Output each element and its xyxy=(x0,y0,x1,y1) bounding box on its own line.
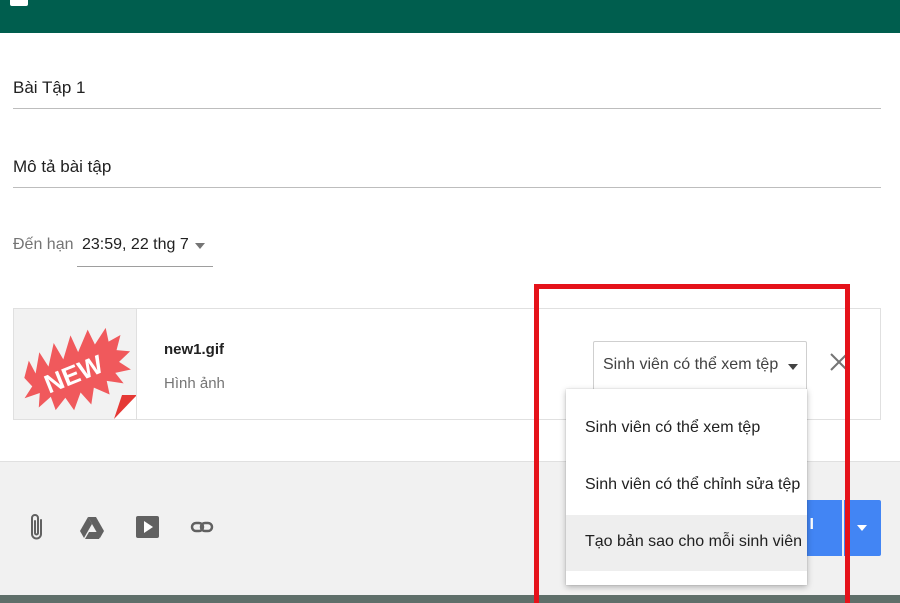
header-bar xyxy=(0,0,900,33)
add-youtube-button[interactable] xyxy=(134,512,162,542)
due-date-select[interactable]: 23:59, 22 thg 7 xyxy=(77,232,213,267)
due-label: Đến hạn xyxy=(13,236,74,253)
youtube-icon xyxy=(136,516,159,538)
new-badge-icon: NEW xyxy=(24,327,136,419)
due-date-value: 23:59, 22 thg 7 xyxy=(82,236,189,253)
chevron-down-icon xyxy=(195,243,205,249)
drive-icon xyxy=(80,517,104,539)
paperclip-icon xyxy=(31,514,42,540)
chevron-down-icon xyxy=(857,525,867,531)
title-field[interactable] xyxy=(13,76,881,109)
description-input[interactable] xyxy=(13,155,881,179)
highlight-annotation xyxy=(534,284,850,603)
attachment-thumbnail[interactable]: NEW xyxy=(14,309,137,419)
title-input[interactable] xyxy=(13,76,881,100)
description-field[interactable] xyxy=(13,155,881,188)
add-link-button[interactable] xyxy=(190,512,218,542)
select-checkbox[interactable] xyxy=(10,0,28,6)
add-file-button[interactable] xyxy=(24,512,52,542)
attachment-name: new1.gif xyxy=(164,341,225,358)
attachment-type: Hình ảnh xyxy=(164,375,225,392)
link-icon xyxy=(190,521,214,533)
add-drive-button[interactable] xyxy=(78,512,106,542)
